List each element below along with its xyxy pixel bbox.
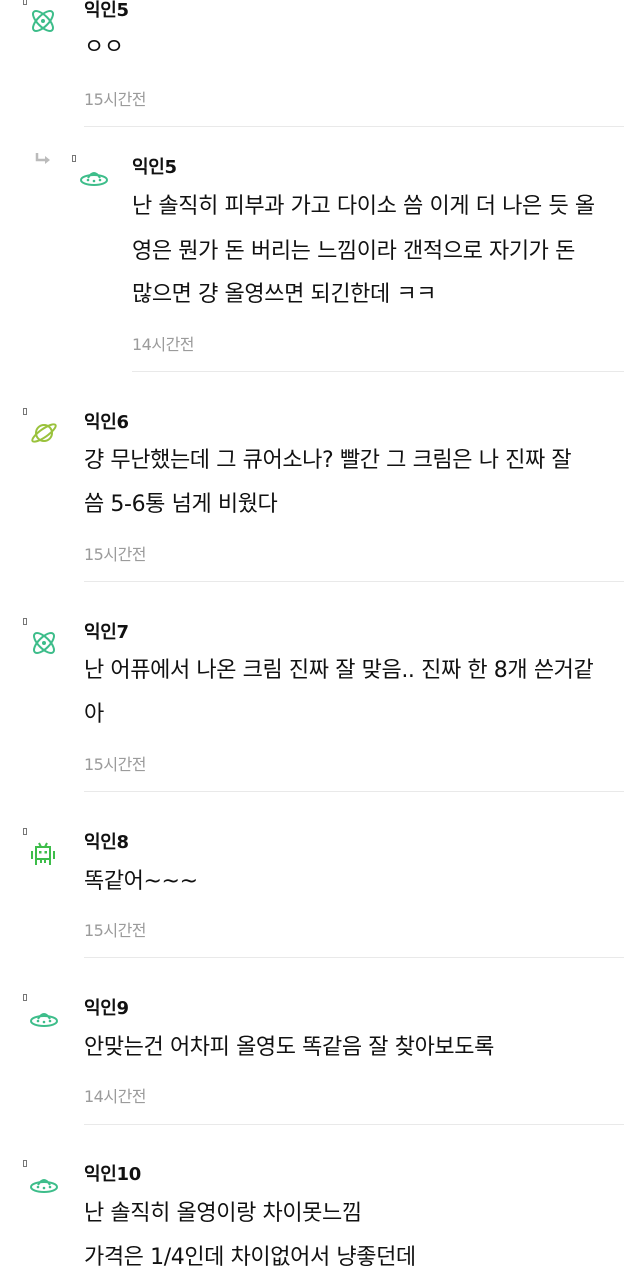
atom-icon [33,632,55,654]
comment-text-line: 똑같어~~~ [84,869,198,894]
atom-icon [32,10,54,32]
anchor-marker [23,618,27,625]
comment-author[interactable]: 익인10 [84,1160,141,1186]
comment-text-line: 걍 무난했는데 그 큐어소나? 빨간 그 크림은 나 진짜 잘 [84,448,572,473]
divider [84,1124,624,1125]
anchor-marker [23,0,27,5]
comment-time: 14시간전 [84,1087,147,1106]
comment-author[interactable]: 익인9 [84,994,129,1020]
comment-text-line: 난 솔직히 피부과 가고 다이소 씀 이게 더 나은 듯 올 [132,194,595,219]
comment-author[interactable]: 익인6 [84,408,129,434]
invader-icon [31,842,55,865]
anchor-marker [23,408,27,415]
comment-author[interactable]: 익인8 [84,828,129,854]
ufo-icon [30,1179,58,1193]
planet-icon [31,423,57,443]
comment-author[interactable]: 익인7 [84,618,129,644]
comment-author[interactable]: 익인5 [132,153,177,179]
anchor-marker [23,1160,27,1167]
comment-text-line: 많으면 걍 올영쓰면 되긴한데 ㅋㅋ [132,282,437,307]
comment-time: 15시간전 [84,921,147,940]
comment-time: 15시간전 [84,90,147,109]
comment-text-line: 가격은 1/4인데 차이없어서 냥좋던데 [84,1245,416,1270]
ufo-icon [30,1013,58,1027]
comment-text-line: 씀 5-6통 넘게 비웠다 [84,492,278,517]
divider [84,126,624,127]
divider [84,581,624,582]
anchor-marker [23,994,27,1001]
divider [84,791,624,792]
comment-text-line: 안맞는건 어차피 올영도 똑같음 잘 찾아보도록 [84,1035,494,1060]
comment-text-line: 난 솔직히 올영이랑 차이못느낌 [84,1201,362,1226]
comment-text-line: ㅇㅇ [84,35,124,60]
divider [132,371,624,372]
reply-arrow-icon [35,153,50,164]
comment-time: 14시간전 [132,335,195,354]
comment-time: 15시간전 [84,755,147,774]
comment-text-line: 영은 뭔가 돈 버리는 느낌이라 갠적으로 자기가 돈 [132,239,575,264]
ufo-icon [80,172,108,186]
comment-text-line: 아 [84,702,104,727]
anchor-marker [23,828,27,835]
comment-text-line: 난 어퓨에서 나온 크림 진짜 잘 맞음.. 진짜 한 8개 쓴거같 [84,658,594,683]
comment-time: 15시간전 [84,545,147,564]
comment-author[interactable]: 익인5 [84,0,129,22]
divider [84,957,624,958]
anchor-marker [72,155,76,162]
